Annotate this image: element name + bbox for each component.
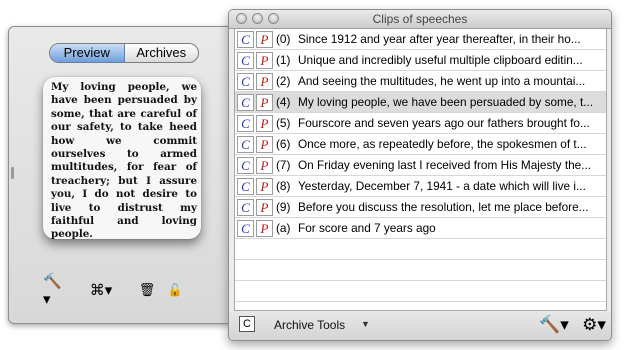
paste-p-button[interactable]: P — [256, 31, 273, 48]
bottom-toolbar: C Archive Tools ▼ 🔨▾ ⚙▾ — [229, 311, 611, 340]
paste-p-button[interactable]: P — [256, 115, 273, 132]
list-item[interactable]: C P (7) On Friday evening last I received… — [235, 155, 606, 176]
copy-c-button[interactable]: C — [237, 136, 254, 153]
copy-c-button[interactable]: C — [239, 316, 255, 332]
trash-icon[interactable]: 🗑 — [135, 279, 159, 301]
list-item[interactable]: C P (9) Before you discuss the resolution… — [235, 197, 606, 218]
clip-summary: Unique and incredibly useful multiple cl… — [298, 53, 583, 67]
empty-row — [235, 281, 606, 302]
clip-index: (6) — [276, 137, 291, 151]
empty-row — [235, 260, 606, 281]
clip-text: (6) Once more, as repeatedly before, the … — [276, 136, 606, 153]
paste-p-button[interactable]: P — [256, 199, 273, 216]
list-item[interactable]: C P (6) Once more, as repeatedly before, … — [235, 134, 606, 155]
paste-p-button[interactable]: P — [256, 157, 273, 174]
clip-text: (2) And seeing the multitudes, he went up… — [276, 73, 606, 90]
paste-p-button[interactable]: P — [256, 94, 273, 111]
paste-p-button[interactable]: P — [256, 220, 273, 237]
clip-index: (1) — [276, 53, 291, 67]
lock-icon[interactable]: 🔓 — [163, 279, 187, 301]
clip-preview-text: My loving people, we have been persuaded… — [51, 81, 197, 241]
list-item[interactable]: C P (2) And seeing the multitudes, he wen… — [235, 71, 606, 92]
clip-text: (7) On Friday evening last I received fro… — [276, 157, 606, 174]
clip-summary: On Friday evening last I received from H… — [298, 158, 592, 172]
window-title: Clips of speeches — [372, 12, 468, 26]
clip-summary: Before you discuss the resolution, let m… — [298, 200, 589, 214]
hammer-menu-icon[interactable]: 🔨▾ — [539, 313, 569, 337]
clip-summary: My loving people, we have been persuaded… — [298, 95, 594, 109]
empty-row — [235, 239, 606, 260]
view-segmented-control[interactable]: Preview Archives — [49, 43, 199, 63]
tab-archives[interactable]: Archives — [125, 44, 199, 62]
clip-text: (5) Fourscore and seven years ago our fat… — [276, 115, 606, 132]
clip-summary: Yesterday, December 7, 1941 - a date whi… — [298, 179, 586, 193]
clips-window: Clips of speeches C P (0) Since 1912 and … — [228, 9, 612, 341]
chevron-down-icon[interactable]: ▼ — [361, 319, 370, 329]
clip-index: (2) — [276, 74, 291, 88]
list-item[interactable]: C P (0) Since 1912 and year after year th… — [235, 29, 606, 50]
title-bar[interactable]: Clips of speeches — [229, 10, 611, 29]
paste-p-button[interactable]: P — [256, 178, 273, 195]
list-item[interactable]: C P (a) For score and 7 years ago — [235, 218, 606, 239]
archive-tools-menu[interactable]: Archive Tools — [274, 318, 345, 332]
list-item[interactable]: C P (1) Unique and incredibly useful mult… — [235, 50, 606, 71]
paste-p-button[interactable]: P — [256, 136, 273, 153]
copy-c-button[interactable]: C — [237, 178, 254, 195]
preview-drawer: Preview Archives My loving people, we ha… — [8, 26, 230, 324]
hammer-menu-icon[interactable]: 🔨▾ — [43, 273, 67, 308]
clip-summary: For score and 7 years ago — [298, 221, 436, 235]
list-item-selected[interactable]: C P (4) My loving people, we have been pe… — [235, 92, 606, 113]
clip-text: (0) Since 1912 and year after year therea… — [276, 31, 606, 48]
paste-p-button[interactable]: P — [256, 73, 273, 90]
paste-p-button[interactable]: P — [256, 52, 273, 69]
clip-index: (9) — [276, 200, 291, 214]
gear-menu-icon[interactable]: ⚙▾ — [579, 313, 609, 337]
clips-list[interactable]: C P (0) Since 1912 and year after year th… — [234, 29, 607, 311]
drawer-toolbar: 🔨▾ ⌘▾ 🗑 🔓 — [43, 273, 193, 308]
clip-preview-card: My loving people, we have been persuaded… — [43, 77, 201, 241]
copy-c-button[interactable]: C — [237, 199, 254, 216]
command-menu-icon[interactable]: ⌘▾ — [89, 279, 113, 301]
copy-c-button[interactable]: C — [237, 220, 254, 237]
copy-c-button[interactable]: C — [237, 52, 254, 69]
clip-summary: Fourscore and seven years ago our father… — [298, 116, 590, 130]
clip-summary: Once more, as repeatedly before, the spo… — [298, 137, 587, 151]
copy-c-button[interactable]: C — [237, 94, 254, 111]
clip-text: (8) Yesterday, December 7, 1941 - a date … — [276, 178, 606, 195]
copy-c-button[interactable]: C — [237, 157, 254, 174]
tab-preview[interactable]: Preview — [50, 44, 125, 62]
drawer-resize-handle[interactable] — [11, 167, 14, 179]
clip-text: (1) Unique and incredibly useful multiple… — [276, 52, 606, 69]
copy-c-button[interactable]: C — [237, 73, 254, 90]
copy-c-button[interactable]: C — [237, 115, 254, 132]
clip-index: (0) — [276, 32, 291, 46]
clip-index: (8) — [276, 179, 291, 193]
clip-index: (7) — [276, 158, 291, 172]
list-item[interactable]: C P (8) Yesterday, December 7, 1941 - a d… — [235, 176, 606, 197]
clip-index: (5) — [276, 116, 291, 130]
clip-text: (a) For score and 7 years ago — [276, 220, 606, 237]
clip-summary: Since 1912 and year after year thereafte… — [298, 32, 581, 46]
copy-c-button[interactable]: C — [237, 31, 254, 48]
clip-index: (4) — [276, 95, 291, 109]
clip-text: (4) My loving people, we have been persua… — [276, 94, 606, 111]
list-item[interactable]: C P (5) Fourscore and seven years ago our… — [235, 113, 606, 134]
clip-index: (a) — [276, 221, 291, 235]
clip-summary: And seeing the multitudes, he went up in… — [298, 74, 586, 88]
clip-text: (9) Before you discuss the resolution, le… — [276, 199, 606, 216]
